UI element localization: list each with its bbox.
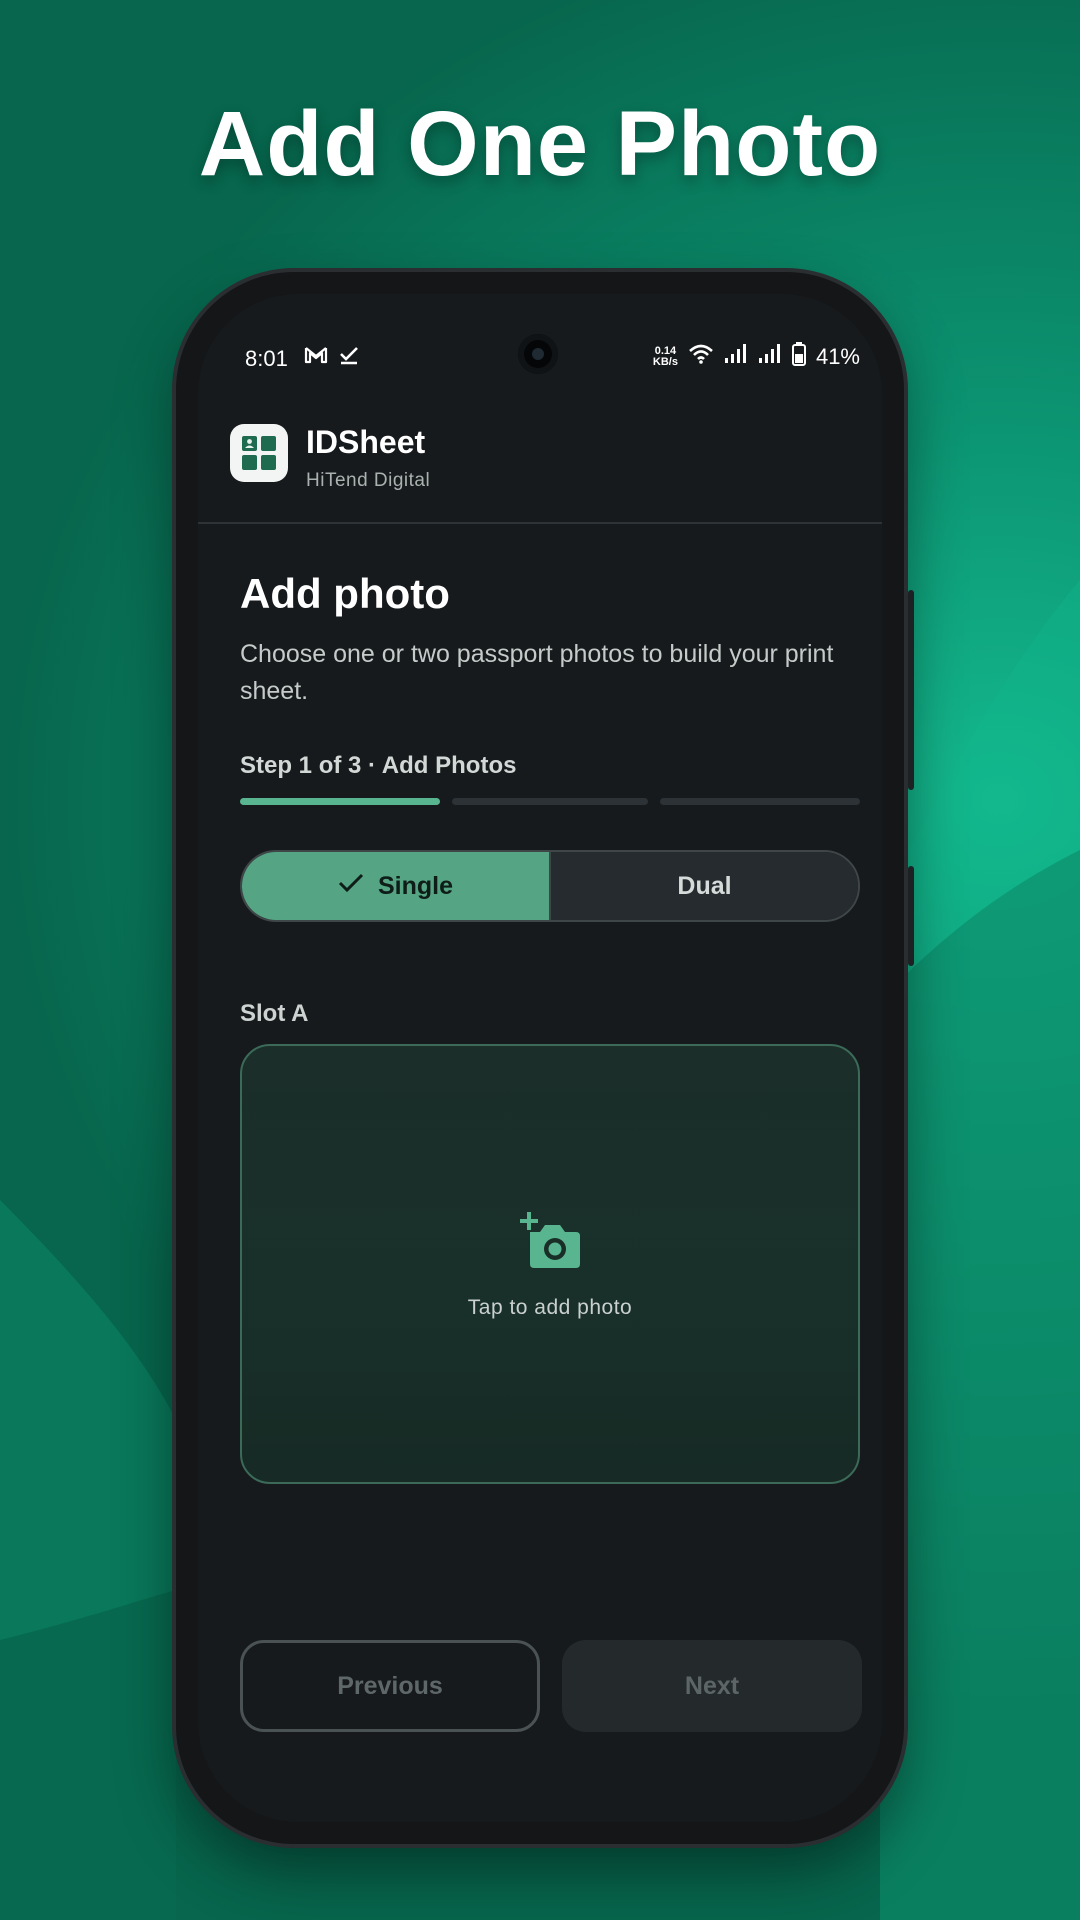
network-speed: 0.14 KB/s [652, 344, 678, 368]
battery-level: 41% [815, 343, 860, 369]
step-progress-1 [240, 798, 440, 805]
single-mode-label: Single [377, 871, 453, 900]
status-time: 8:01 [245, 346, 288, 371]
gmail-icon [304, 344, 328, 371]
step-progress-2 [452, 798, 648, 805]
slot-label: Slot A [240, 1000, 309, 1027]
idsheet-logo-icon [230, 424, 288, 482]
task-done-icon [338, 344, 360, 371]
page-description: Choose one or two passport photos to bui… [240, 640, 834, 705]
phone-screen: 8:01 0.14 KB/s 41% IDSheet HiTend Digita… [198, 294, 882, 1822]
phone-frame: 8:01 0.14 KB/s 41% IDSheet HiTend Digita… [176, 272, 914, 1844]
signal-icon [758, 343, 782, 370]
add-photo-camera-icon [520, 1210, 582, 1275]
dual-mode-option[interactable]: Dual [551, 852, 858, 920]
single-mode-option[interactable]: Single [242, 852, 551, 920]
step-progress-3 [660, 798, 860, 805]
power-button [908, 590, 914, 790]
check-icon [338, 872, 364, 901]
app-developer: HiTend Digital [306, 470, 431, 491]
app-name: IDSheet [306, 424, 426, 460]
page-title: Add photo [240, 570, 450, 617]
hero-title: Add One Photo [198, 93, 882, 195]
front-camera [518, 334, 558, 374]
status-right: 0.14 KB/s 41% [653, 342, 860, 371]
network-speed-unit: KB/s [652, 355, 678, 368]
battery-icon [791, 342, 806, 371]
mode-toggle: Single Dual [240, 850, 860, 922]
signal-icon [724, 343, 748, 370]
slot-a-dropzone[interactable]: Tap to add photo [240, 1044, 860, 1484]
app-header: IDSheet HiTend Digital [198, 394, 882, 524]
dual-mode-label: Dual [677, 871, 732, 900]
next-button[interactable]: Next [562, 1640, 862, 1732]
slot-placeholder: Tap to add photo [467, 1296, 633, 1319]
wifi-icon [688, 343, 714, 370]
status-left-icons [304, 344, 360, 371]
previous-button[interactable]: Previous [240, 1640, 540, 1732]
network-speed-value: 0.14 [654, 344, 677, 357]
step-label: Step 1 of 3 · Add Photos [240, 752, 517, 779]
volume-button [908, 866, 914, 966]
